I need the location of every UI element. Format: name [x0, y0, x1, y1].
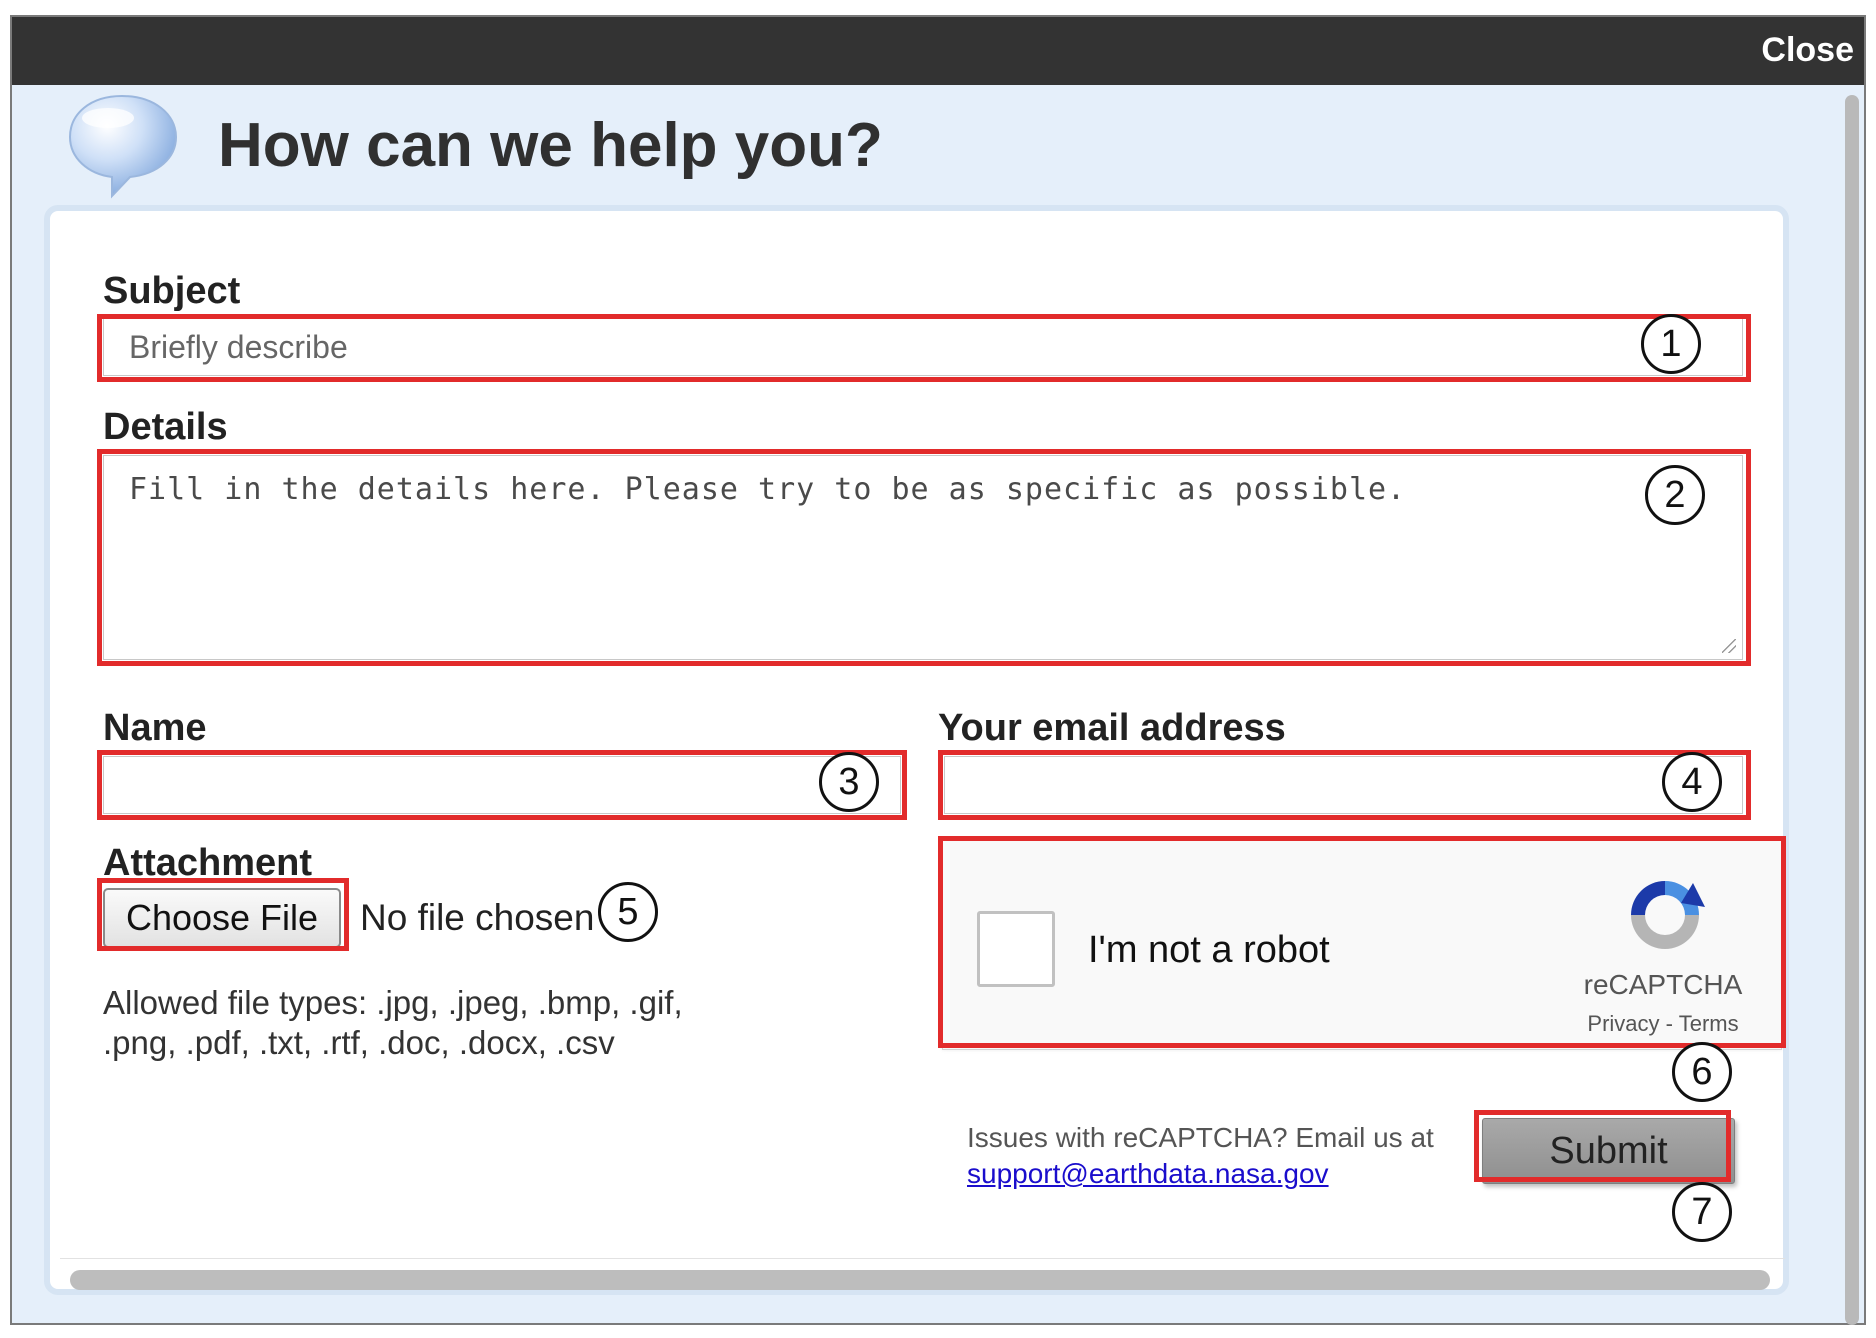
recaptcha-logo-icon: [1631, 881, 1705, 949]
dialog-scrollbar[interactable]: [1842, 85, 1864, 1325]
support-email-link[interactable]: support@earthdata.nasa.gov: [967, 1156, 1434, 1192]
speech-bubble-icon: [68, 94, 178, 199]
annotation-number-5: 5: [598, 882, 658, 942]
recaptcha-link-separator: -: [1665, 1011, 1673, 1036]
submit-button[interactable]: Submit: [1482, 1118, 1735, 1184]
allowed-file-types-line-1: Allowed file types: .jpg, .jpeg, .bmp, .…: [103, 984, 683, 1021]
recaptcha-links: Privacy - Terms: [1543, 1011, 1783, 1037]
recaptcha-issues-text: Issues with reCAPTCHA? Email us at: [967, 1122, 1434, 1153]
horizontal-scrollbar[interactable]: [70, 1270, 1770, 1290]
details-textarea[interactable]: [104, 456, 1742, 659]
annotation-number-6: 6: [1672, 1042, 1732, 1102]
subject-input[interactable]: [104, 319, 1742, 375]
name-label: Name: [103, 707, 207, 749]
attachment-label: Attachment: [103, 842, 313, 884]
recaptcha-checkbox[interactable]: [977, 911, 1055, 987]
dialog-titlebar: Close: [12, 17, 1864, 85]
allowed-file-types: Allowed file types: .jpg, .jpeg, .bmp, .…: [103, 983, 683, 1063]
name-field[interactable]: [103, 756, 901, 814]
name-input[interactable]: [104, 757, 900, 813]
recaptcha-widget: I'm not a robot reCAPTCHA Privacy - Term…: [942, 840, 1782, 1050]
file-status-text: No file chosen: [360, 897, 595, 938]
email-field[interactable]: [944, 756, 1743, 814]
annotation-number-1: 1: [1641, 314, 1701, 374]
recaptcha-privacy-link[interactable]: Privacy: [1587, 1011, 1659, 1036]
allowed-file-types-line-2: .png, .pdf, .txt, .rtf, .doc, .docx, .cs…: [103, 1024, 615, 1061]
recaptcha-issues-note: Issues with reCAPTCHA? Email us at suppo…: [967, 1120, 1434, 1192]
subject-label: Subject: [103, 270, 241, 312]
page-title: How can we help you?: [218, 111, 883, 180]
email-label: Your email address: [938, 707, 1286, 749]
choose-file-button[interactable]: Choose File: [103, 888, 341, 948]
dialog-scrollbar-thumb[interactable]: [1845, 95, 1859, 1325]
recaptcha-brand: reCAPTCHA: [1583, 969, 1743, 1000]
close-button[interactable]: Close: [1761, 31, 1854, 70]
annotation-number-2: 2: [1645, 465, 1705, 525]
recaptcha-terms-link[interactable]: Terms: [1679, 1011, 1739, 1036]
annotation-number-4: 4: [1662, 752, 1722, 812]
recaptcha-checkbox-label: I'm not a robot: [1088, 929, 1330, 971]
annotation-number-3: 3: [819, 752, 879, 812]
email-input[interactable]: [945, 757, 1742, 813]
subject-field[interactable]: [103, 318, 1743, 376]
details-label: Details: [103, 406, 228, 448]
panel-divider: [60, 1258, 1785, 1259]
annotation-number-7: 7: [1672, 1182, 1732, 1242]
resize-handle-icon[interactable]: [1722, 639, 1736, 653]
details-field[interactable]: [103, 455, 1743, 660]
